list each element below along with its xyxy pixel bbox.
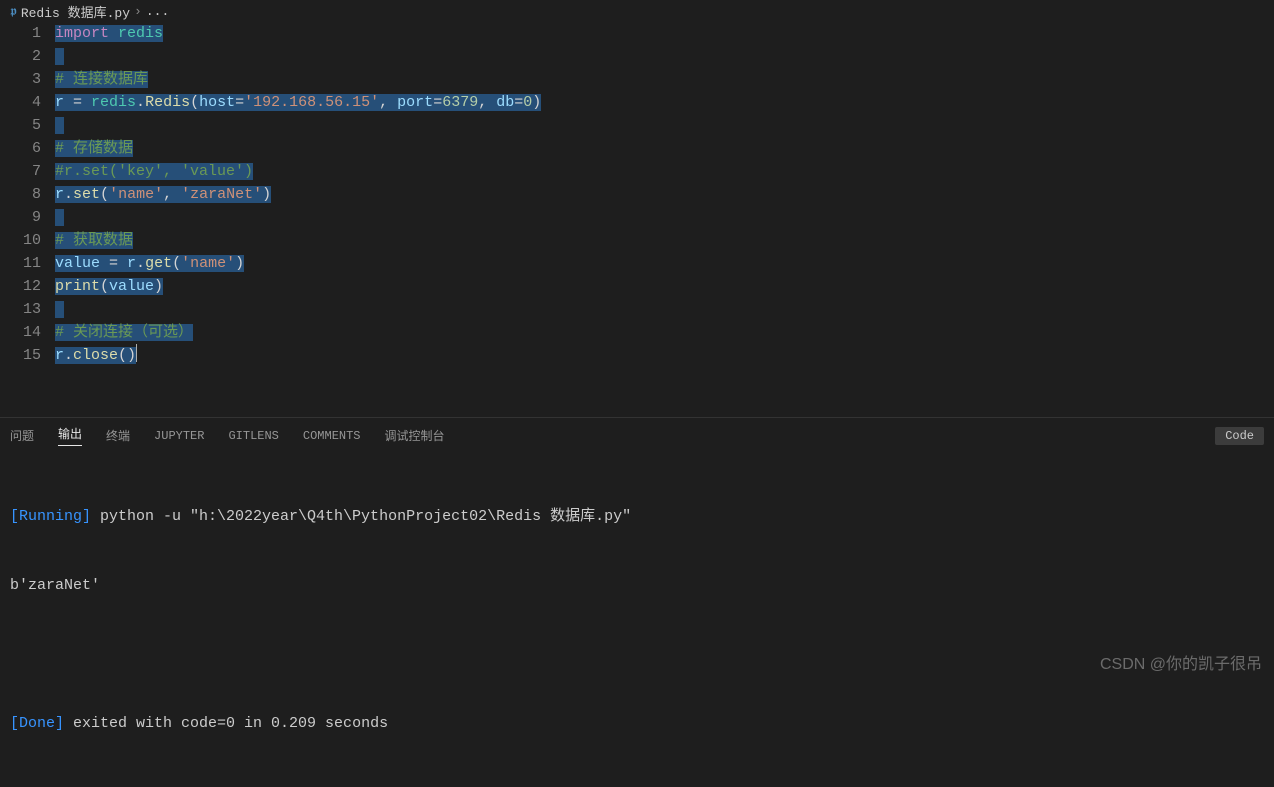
breadcrumb-tail[interactable]: ... (146, 4, 169, 19)
tab-gitlens[interactable]: GITLENS (228, 429, 278, 443)
tab-terminal[interactable]: 终端 (106, 427, 130, 444)
output-line: [Running] python -u "h:\2022year\Q4th\Py… (10, 505, 1264, 528)
code-editor[interactable]: 123456789101112131415 import redis # 连接数… (0, 22, 1274, 417)
code-line[interactable]: # 连接数据库 (55, 68, 1274, 91)
line-number-gutter: 123456789101112131415 (0, 22, 55, 417)
code-line[interactable]: #r.set('key', 'value') (55, 160, 1274, 183)
breadcrumb[interactable]: 𝖕 Redis 数据库.py › ... (0, 0, 1274, 22)
bottom-panel: 问题 输出 终端 JUPYTER GITLENS COMMENTS 调试控制台 … (0, 417, 1274, 682)
line-number: 3 (0, 68, 41, 91)
code-line[interactable] (55, 298, 1274, 321)
line-number: 7 (0, 160, 41, 183)
tab-output[interactable]: 输出 (58, 425, 82, 446)
line-number: 4 (0, 91, 41, 114)
code-line[interactable]: r.close() (55, 344, 1274, 367)
code-line[interactable]: r.set('name', 'zaraNet') (55, 183, 1274, 206)
code-line[interactable]: # 获取数据 (55, 229, 1274, 252)
panel-tabs: 问题 输出 终端 JUPYTER GITLENS COMMENTS 调试控制台 … (0, 418, 1274, 453)
tab-comments[interactable]: COMMENTS (303, 429, 361, 443)
chevron-right-icon: › (134, 4, 142, 19)
watermark-text: CSDN @你的凯子很吊 (1100, 650, 1262, 674)
line-number: 9 (0, 206, 41, 229)
output-line: b'zaraNet' (10, 574, 1264, 597)
output-filter-dropdown[interactable]: Code (1215, 427, 1264, 445)
text-cursor (136, 344, 137, 362)
code-line[interactable] (55, 45, 1274, 68)
line-number: 5 (0, 114, 41, 137)
tab-problems[interactable]: 问题 (10, 427, 34, 444)
breadcrumb-file[interactable]: Redis 数据库.py (21, 2, 130, 21)
line-number: 14 (0, 321, 41, 344)
python-icon: 𝖕 (10, 4, 17, 19)
line-number: 10 (0, 229, 41, 252)
code-line[interactable] (55, 114, 1274, 137)
line-number: 13 (0, 298, 41, 321)
code-line[interactable]: # 存储数据 (55, 137, 1274, 160)
code-line[interactable] (55, 206, 1274, 229)
line-number: 12 (0, 275, 41, 298)
code-line[interactable]: value = r.get('name') (55, 252, 1274, 275)
code-content[interactable]: import redis # 连接数据库r = redis.Redis(host… (55, 22, 1274, 417)
line-number: 8 (0, 183, 41, 206)
code-line[interactable]: r = redis.Redis(host='192.168.56.15', po… (55, 91, 1274, 114)
output-line (10, 643, 1264, 666)
line-number: 6 (0, 137, 41, 160)
line-number: 15 (0, 344, 41, 367)
tab-jupyter[interactable]: JUPYTER (154, 429, 204, 443)
line-number: 1 (0, 22, 41, 45)
output-line: [Done] exited with code=0 in 0.209 secon… (10, 712, 1264, 735)
code-line[interactable]: print(value) (55, 275, 1274, 298)
code-line[interactable]: # 关闭连接（可选） (55, 321, 1274, 344)
code-line[interactable]: import redis (55, 22, 1274, 45)
line-number: 11 (0, 252, 41, 275)
line-number: 2 (0, 45, 41, 68)
tab-debug-console[interactable]: 调试控制台 (385, 427, 445, 444)
output-content[interactable]: [Running] python -u "h:\2022year\Q4th\Py… (0, 453, 1274, 787)
